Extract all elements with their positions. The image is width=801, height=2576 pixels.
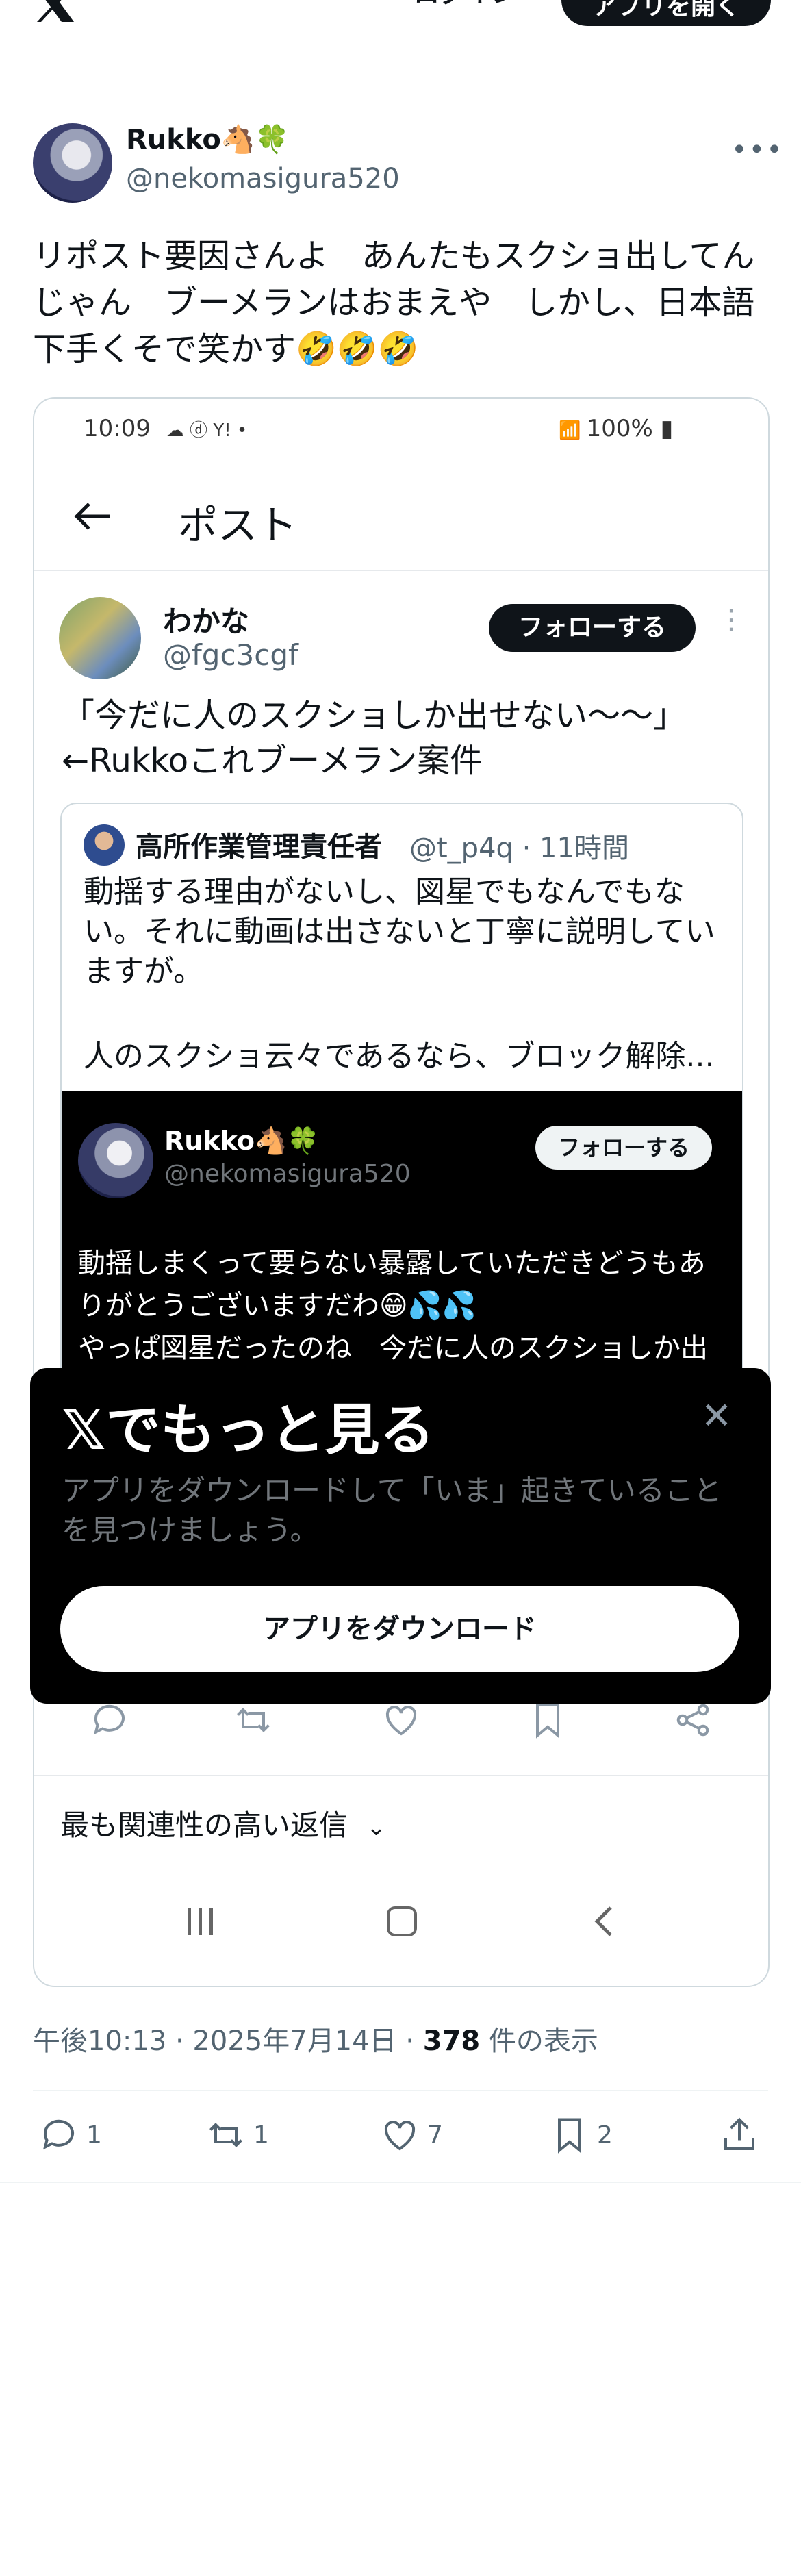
author-handle[interactable]: @nekomasigura520	[126, 163, 400, 194]
divider	[34, 570, 768, 571]
like-count: 7	[427, 2121, 443, 2149]
inner-author-name: Rukko🐴🍀	[164, 1126, 320, 1156]
divider	[33, 2090, 768, 2091]
tweet-meta: 午後10:13 · 2025年7月14日 · 378 件の表示	[33, 2019, 598, 2058]
quote-author-handle: @t_p4q · 11時間	[409, 833, 629, 864]
post-author-avatar	[59, 597, 141, 679]
prompt-subtitle: アプリをダウンロードして「いま」起きていることを見つけましょう。	[62, 1474, 722, 1547]
bookmark-icon	[558, 2118, 581, 2154]
back-arrow-icon	[73, 501, 111, 531]
status-bar-left: 10:09 ☁ ⓓ Y! •	[84, 415, 248, 442]
share-button[interactable]	[719, 2114, 760, 2156]
login-button[interactable]: ログイン	[397, 0, 534, 21]
download-app-button[interactable]: アプリをダウンロード	[60, 1586, 739, 1672]
recent-apps-icon	[183, 1905, 218, 1938]
back-icon	[590, 1905, 618, 1938]
android-nav-bar	[34, 1891, 768, 1960]
screenshot-action-bar	[34, 1700, 768, 1768]
bookmark-button[interactable]: 2	[549, 2114, 613, 2156]
view-count: 378	[422, 2025, 481, 2057]
quote-author-avatar	[84, 824, 125, 866]
tweet-timestamp[interactable]: 午後10:13 · 2025年7月14日 ·	[33, 2025, 423, 2057]
open-app-button[interactable]: アプリを開く	[561, 0, 771, 26]
attached-screenshot[interactable]: 10:09 ☁ ⓓ Y! • 📶 100% ▮ ポスト わかな @fgc3cgf…	[33, 397, 770, 1987]
quote-author-name: 高所作業管理責任者	[136, 831, 382, 863]
view-label: 件の表示	[480, 2025, 598, 2057]
reply-icon	[89, 1700, 130, 1741]
reply-count: 1	[86, 2121, 102, 2149]
follow-button: フォローする	[489, 604, 696, 652]
home-icon	[385, 1905, 419, 1938]
tweet-text: リポスト要因さんよ あんたもスクショ出してんじゃん ブーメランはおまえや しかし…	[33, 237, 755, 368]
inner-post-text: 動揺しまくって要らない暴露していただきどうもありがとうございますだわ😁💦💦 やっ…	[78, 1248, 708, 1364]
divider	[34, 1775, 768, 1776]
prompt-title: 𝕏でもっと見る	[62, 1398, 435, 1462]
like-button[interactable]: 7	[379, 2114, 443, 2156]
bookmark-icon	[527, 1700, 568, 1741]
post-author-handle: @fgc3cgf	[163, 638, 298, 672]
quote-text: 動揺する理由がないし、図星でもなんでもない。それに動画は出さないと丁寧に説明して…	[84, 874, 715, 989]
reply-button[interactable]: 1	[38, 2114, 102, 2156]
divider	[0, 2182, 801, 2183]
post-author-name: わかな	[163, 605, 250, 638]
bookmark-count: 2	[597, 2121, 613, 2149]
heart-icon	[384, 2121, 416, 2151]
like-icon	[381, 1700, 422, 1741]
inner-author-handle: @nekomasigura520	[164, 1160, 411, 1188]
vertical-dots-icon: ⋮	[717, 604, 745, 635]
share-icon	[724, 2117, 754, 2150]
reply-icon	[43, 2119, 74, 2150]
repost-icon	[233, 1700, 274, 1741]
screenshot-page-title: ポスト	[178, 502, 298, 548]
most-relevant-replies-label: 最も関連性の高い返信 ⌄	[60, 1808, 386, 1842]
inner-author-avatar	[78, 1123, 153, 1198]
post-text: 「今だに人のスクショしか出せない〜〜」←Rukkoこれブーメラン案件	[62, 696, 687, 780]
quote-text-continued: 人のスクショ云々であるなら、ブロック解除...	[84, 1039, 715, 1074]
app-download-prompt: 𝕏でもっと見る ✕ アプリをダウンロードして「いま」起きていることを見つけましょ…	[30, 1368, 771, 1704]
more-options-icon[interactable]: •••	[731, 134, 783, 166]
chevron-down-icon: ⌄	[366, 1814, 386, 1841]
author-name[interactable]: Rukko🐴🍀	[126, 123, 290, 155]
repost-icon	[209, 2123, 242, 2147]
inner-follow-button: フォローする	[535, 1126, 712, 1170]
close-icon[interactable]: ✕	[701, 1394, 732, 1437]
repost-count: 1	[253, 2121, 269, 2149]
share-icon	[672, 1700, 713, 1741]
author-avatar[interactable]	[33, 123, 112, 203]
status-bar-right: 📶 100% ▮	[559, 415, 674, 442]
x-logo-icon[interactable]	[33, 0, 77, 22]
repost-button[interactable]: 1	[205, 2114, 269, 2156]
